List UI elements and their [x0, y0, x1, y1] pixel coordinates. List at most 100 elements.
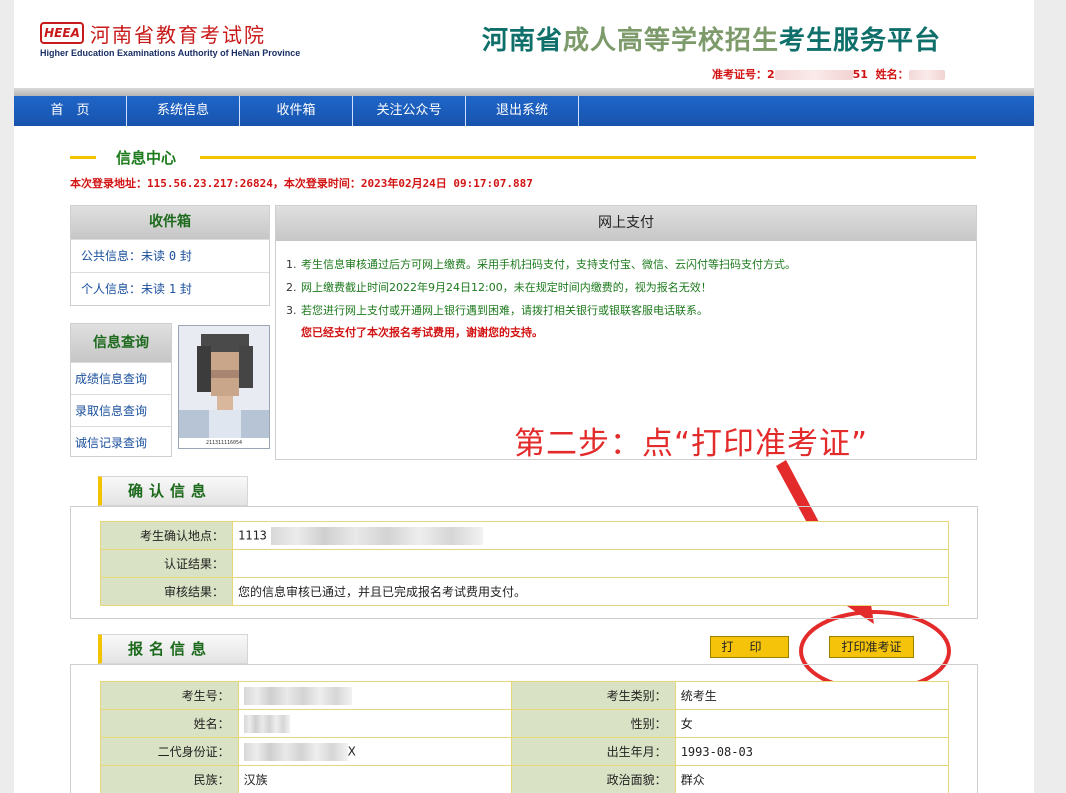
page: HEEA 河南省教育考试院 Higher Education Examinati…	[14, 0, 1034, 793]
table-row: 认证结果：	[100, 549, 949, 578]
step-annotation: 第二步：点“打印准考证”	[514, 426, 869, 462]
ethnicity-value: 汉族	[237, 765, 512, 793]
candidate-number-value	[237, 681, 512, 710]
payment-instruction-number: 2.	[286, 281, 297, 294]
ticket-number-label: 准考证号：	[712, 68, 767, 81]
inbox-personal-link[interactable]: 个人信息：未读 1 封	[71, 272, 269, 305]
print-button[interactable]: 打印	[710, 636, 789, 658]
table-row: 考生确认地点： 1113	[100, 521, 949, 550]
candidate-type-value: 统考生	[674, 681, 950, 710]
confirm-info-tab: 确认信息	[98, 476, 248, 506]
review-result-label: 审核结果：	[100, 577, 233, 606]
auth-result-value	[232, 549, 949, 578]
name-field-redacted	[243, 714, 290, 733]
info-center-title: 信息中心	[116, 149, 177, 167]
review-result-value: 您的信息审核已通过，并且已完成报名考试费用支付。	[232, 577, 949, 606]
examinee-photo: 211311116054	[178, 325, 270, 449]
table-row: 姓名： 性别： 女	[100, 709, 950, 738]
query-score-link[interactable]: 成绩信息查询	[71, 362, 171, 394]
platform-title-service: 考生服务平台	[779, 26, 942, 56]
candidate-number-label: 考生号：	[100, 681, 239, 710]
payment-complete-notice: 您已经支付了本次报名考试费用，谢谢您的支持。	[301, 326, 543, 339]
info-query-title: 信息查询	[71, 324, 171, 362]
photo-face-shade	[211, 370, 239, 378]
inbox-public-label: 公共信息：未读	[81, 249, 166, 263]
nav-inbox[interactable]: 收件箱	[240, 96, 353, 126]
registration-info-tab: 报名信息	[98, 634, 248, 664]
platform-title-category: 成人高等学校招生	[563, 26, 780, 56]
inbox-personal-label: 个人信息：未读	[81, 282, 166, 296]
inbox-personal-unit: 封	[179, 282, 192, 296]
confirm-location-value: 1113	[232, 521, 949, 550]
examinee-info: 准考证号：2 51 姓名：	[712, 66, 945, 82]
registration-info-table: 考生号： 考生类别： 统考生 姓名： 性别： 女 二代身份证： X 出生年月： …	[100, 681, 950, 793]
photo-neck	[217, 396, 233, 410]
ticket-number-prefix: 2	[767, 68, 775, 81]
payment-instruction-text: 若您进行网上支付或开通网上银行遇到困难，请拨打相关银行或银联客服电话联系。	[301, 304, 708, 317]
info-query-panel: 信息查询 成绩信息查询 录取信息查询 诚信记录查询	[70, 323, 172, 457]
payment-instruction-item: 1. 考生信息审核通过后方可网上缴费。采用手机扫码支付，支持支付宝、微信、云闪付等…	[286, 253, 976, 276]
name-field-label: 姓名：	[100, 709, 239, 738]
photo-hair-right	[239, 346, 253, 388]
table-row: 审核结果： 您的信息审核已通过，并且已完成报名考试费用支付。	[100, 577, 949, 606]
id-card-redacted	[243, 742, 348, 761]
name-redacted	[908, 70, 945, 80]
gender-label: 性别：	[510, 709, 676, 738]
inbox-personal-count: 1	[168, 282, 177, 296]
birth-date-value: 1993-08-03	[674, 737, 950, 766]
birth-date-label: 出生年月：	[510, 737, 676, 766]
confirm-location-redacted	[270, 526, 483, 545]
query-admission-link[interactable]: 录取信息查询	[71, 394, 171, 426]
platform-title-province: 河南省	[482, 26, 564, 56]
inbox-panel: 收件箱 公共信息：未读 0 封 个人信息：未读 1 封	[70, 205, 270, 306]
id-card-label: 二代身份证：	[100, 737, 239, 766]
auth-result-label: 认证结果：	[100, 549, 233, 578]
online-payment-title: 网上支付	[276, 206, 976, 241]
query-integrity-link[interactable]: 诚信记录查询	[71, 426, 171, 458]
registration-info-box: 考生号： 考生类别： 统考生 姓名： 性别： 女 二代身份证： X 出生年月： …	[70, 664, 978, 793]
confirm-location-label: 考生确认地点：	[100, 521, 233, 550]
inbox-public-link[interactable]: 公共信息：未读 0 封	[71, 239, 269, 272]
nav-logout[interactable]: 退出系统	[466, 96, 579, 126]
ticket-number-suffix: 51	[852, 68, 868, 81]
id-card-value: X	[237, 737, 512, 766]
payment-instruction-item: 3. 若您进行网上支付或开通网上银行遇到困难，请拨打相关银行或银联客服电话联系。	[286, 299, 976, 322]
payment-instruction-item: 2. 网上缴费截止时间2022年9月24日12:00，未在规定时间内缴费的，视为报…	[286, 276, 976, 299]
payment-instruction-text: 网上缴费截止时间2022年9月24日12:00，未在规定时间内缴费的，视为报名无…	[301, 281, 712, 294]
print-admission-ticket-button[interactable]: 打印准考证	[829, 636, 914, 658]
payment-instruction-number: 3.	[286, 304, 297, 317]
name-label: 姓名：	[875, 68, 909, 81]
photo-collar	[209, 410, 241, 440]
ticket-number-redacted	[774, 70, 853, 80]
table-row: 二代身份证： X 出生年月： 1993-08-03	[100, 737, 950, 766]
table-row: 民族： 汉族 政治面貌： 群众	[100, 765, 950, 793]
heea-logo: HEEA	[40, 22, 84, 44]
name-field-value	[237, 709, 512, 738]
inbox-public-unit: 封	[179, 249, 192, 263]
main-nav: 首 页 系统信息 收件箱 关注公众号 退出系统	[14, 96, 1034, 126]
table-row: 考生号： 考生类别： 统考生	[100, 681, 950, 710]
political-status-label: 政治面貌：	[510, 765, 676, 793]
nav-home[interactable]: 首 页	[14, 96, 127, 126]
nav-follow-official-account[interactable]: 关注公众号	[353, 96, 466, 126]
political-status-value: 群众	[674, 765, 950, 793]
photo-caption: 211311116054	[179, 438, 269, 448]
confirm-location-code: 1113	[238, 528, 267, 542]
payment-instruction-text: 考生信息审核通过后方可网上缴费。采用手机扫码支付，支持支付宝、微信、云闪付等扫码…	[301, 258, 796, 271]
inbox-title: 收件箱	[71, 206, 269, 239]
ethnicity-label: 民族：	[100, 765, 239, 793]
nav-system-info[interactable]: 系统信息	[127, 96, 240, 126]
section-bar-left	[70, 156, 96, 159]
candidate-type-label: 考生类别：	[510, 681, 676, 710]
candidate-number-redacted	[243, 686, 352, 705]
confirm-info-box: 考生确认地点： 1113 认证结果： 审核结果： 您的信息审核已通过，并且已完成…	[70, 506, 978, 619]
confirm-info-table: 考生确认地点： 1113 认证结果： 审核结果： 您的信息审核已通过，并且已完成…	[100, 521, 949, 606]
platform-title: 河南省成人高等学校招生考生服务平台	[482, 20, 941, 57]
nav-top-strip	[14, 88, 1034, 96]
inbox-public-count: 0	[168, 249, 177, 263]
gender-value: 女	[674, 709, 950, 738]
id-card-suffix: X	[347, 744, 356, 758]
section-bar-right	[200, 156, 976, 159]
photo-hair-left	[197, 346, 211, 392]
org-name-cn: 河南省教育考试院	[90, 23, 266, 47]
